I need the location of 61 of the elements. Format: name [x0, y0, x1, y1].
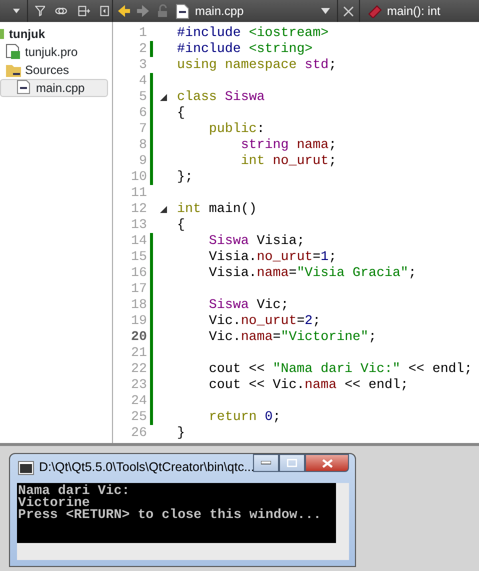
symbol-icon [367, 4, 383, 18]
line-number: 26 [130, 424, 148, 442]
line-number: 22 [130, 360, 148, 378]
console-icon [18, 460, 34, 474]
line-number: 15 [130, 248, 148, 266]
line-number: 16 [130, 264, 148, 282]
console-output-line: Nama dari Vic: [18, 485, 131, 497]
horizontal-scrollbar[interactable] [17, 543, 349, 560]
line-number: 3 [138, 56, 148, 74]
line-number: 24 [130, 392, 148, 410]
split-icon[interactable] [78, 4, 90, 18]
line-number: 4 [138, 72, 148, 90]
tree-item[interactable]: main.cpp [0, 79, 108, 97]
line-number: 7 [138, 120, 148, 138]
line-number: 1 [138, 24, 148, 42]
vertical-scrollbar[interactable] [336, 483, 349, 543]
maximize-icon [287, 459, 297, 467]
close-icon[interactable] [343, 6, 354, 16]
line-number: 23 [130, 376, 148, 394]
line-number: 17 [130, 280, 148, 298]
fold-icon[interactable] [160, 94, 166, 100]
filter-icon[interactable] [34, 4, 46, 18]
line-number: 21 [130, 344, 148, 362]
minimize-button[interactable] [253, 454, 279, 472]
line-number: 11 [130, 184, 148, 202]
fold-icon[interactable] [160, 206, 166, 212]
minimize-icon [261, 461, 271, 465]
back-arrow-icon[interactable] [117, 4, 131, 18]
line-number: 8 [138, 136, 148, 154]
line-number: 5 [138, 88, 148, 106]
tree-item[interactable]: tunjuk.pro [0, 43, 112, 61]
file-icon [17, 80, 32, 96]
caret-icon[interactable] [13, 8, 20, 14]
close-icon [322, 458, 332, 468]
line-number: 12 [130, 200, 148, 218]
folder-icon [6, 62, 21, 78]
tree-item[interactable]: tunjuk [0, 25, 112, 43]
close-pane-icon[interactable] [100, 4, 109, 18]
line-number: 10 [130, 168, 148, 186]
line-number: 14 [130, 232, 148, 250]
project-file-icon [6, 44, 21, 60]
line-number: 6 [138, 104, 148, 122]
caret-icon [321, 8, 330, 14]
symbol-selector[interactable]: main(): int [365, 2, 442, 20]
maximize-button[interactable] [279, 454, 305, 472]
project-icon [0, 26, 5, 42]
link-icon[interactable] [55, 5, 68, 17]
line-number: 18 [130, 296, 148, 314]
line-number: 25 [130, 408, 148, 426]
line-number: 2 [138, 40, 148, 58]
file-icon [176, 4, 189, 18]
file-selector[interactable]: main.cpp [174, 2, 332, 20]
line-number: 19 [130, 312, 148, 330]
window-title: D:\Qt\Qt5.5.0\Tools\QtCreator\bin\qtc... [39, 459, 254, 476]
line-number: 20 [130, 328, 148, 346]
console-output-line: Press <RETURN> to close this window... [18, 509, 322, 521]
console-output-line: Victorine [18, 497, 90, 509]
line-number: 13 [130, 216, 148, 234]
close-button[interactable] [305, 454, 349, 472]
line-number: 9 [138, 152, 148, 170]
tree-item[interactable]: Sources [0, 61, 112, 79]
